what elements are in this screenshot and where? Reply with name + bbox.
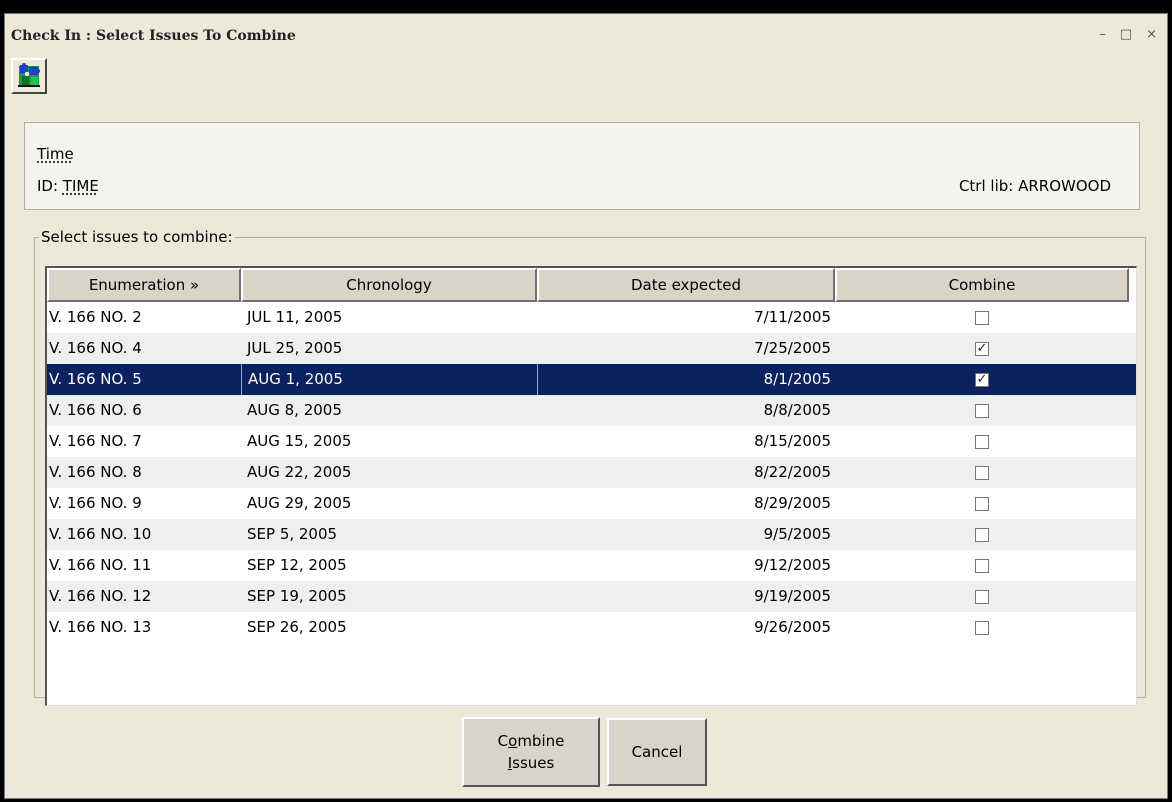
enumeration-cell: V. 166 NO. 8	[49, 463, 142, 481]
combine-cell	[835, 550, 1129, 581]
check-mark-icon: ✓	[976, 371, 988, 387]
enumeration-cell: V. 166 NO. 11	[49, 556, 152, 574]
record-id-link[interactable]: TIME	[63, 177, 99, 195]
column-header-combine[interactable]: Combine	[835, 268, 1129, 302]
combine-cell	[835, 488, 1129, 519]
chronology-cell: SEP 12, 2005	[247, 556, 347, 574]
date-expected-cell: 8/8/2005	[763, 401, 831, 419]
chronology-cell: AUG 8, 2005	[247, 401, 342, 419]
column-header-enumeration[interactable]: Enumeration »	[47, 268, 241, 302]
combine-checkbox[interactable]: ✓	[975, 340, 989, 356]
enumeration-cell: V. 166 NO. 13	[49, 618, 152, 636]
ctrl-lib: Ctrl lib: ARROWOOD	[958, 177, 1111, 195]
grid-body: V. 166 NO. 2 JUL 11, 2005 7/11/2005 V. 166 …	[47, 302, 1136, 643]
date-expected-cell: 8/29/2005	[754, 494, 831, 512]
date-expected-cell: 9/26/2005	[754, 618, 831, 636]
maximize-icon[interactable]: □	[1120, 28, 1132, 42]
combine-cell	[835, 395, 1129, 426]
enumeration-cell: V. 166 NO. 9	[49, 494, 142, 512]
chronology-cell: SEP 19, 2005	[247, 587, 347, 605]
date-expected-cell: 9/5/2005	[763, 525, 831, 543]
combine-cell	[835, 581, 1129, 612]
chronology-cell: AUG 1, 2005	[241, 364, 537, 395]
chronology-cell: AUG 15, 2005	[247, 432, 352, 450]
enumeration-cell: V. 166 NO. 10	[49, 525, 152, 543]
column-header-date-expected[interactable]: Date expected	[537, 268, 835, 302]
combine-cell	[835, 612, 1129, 643]
combine-checkbox[interactable]	[975, 434, 989, 449]
enumeration-cell: V. 166 NO. 12	[49, 587, 152, 605]
record-title-link[interactable]: Time	[37, 145, 74, 163]
combine-checkbox[interactable]	[975, 465, 989, 480]
enumeration-cell: V. 166 NO. 7	[49, 432, 142, 450]
combine-cell	[835, 426, 1129, 457]
toolbar-puzzle-button[interactable]	[11, 58, 47, 94]
enumeration-cell: V. 166 NO. 4	[49, 339, 142, 357]
grid-header: Enumeration » Chronology Date expected C…	[47, 268, 1136, 302]
combine-checkbox[interactable]	[975, 558, 989, 573]
column-header-chronology[interactable]: Chronology	[241, 268, 537, 302]
window-controls: – □ ×	[1099, 28, 1157, 42]
combine-checkbox[interactable]	[975, 527, 989, 542]
combine-checkbox[interactable]	[975, 589, 989, 604]
table-row[interactable]: V. 166 NO. 12 SEP 19, 2005 9/19/2005	[47, 581, 1136, 612]
combine-cell: ✓	[835, 333, 1129, 364]
table-row[interactable]: V. 166 NO. 4 JUL 25, 2005 7/25/2005 ✓	[47, 333, 1136, 364]
record-id: ID: TIME	[37, 177, 99, 195]
record-id-label: ID:	[37, 177, 63, 195]
enumeration-cell: V. 166 NO. 5	[49, 370, 142, 388]
chronology-cell: AUG 22, 2005	[247, 463, 352, 481]
combine-cell	[835, 302, 1129, 333]
puzzle-icon	[18, 63, 40, 87]
table-row[interactable]: V. 166 NO. 8 AUG 22, 2005 8/22/2005	[47, 457, 1136, 488]
date-expected-cell: 8/15/2005	[754, 432, 831, 450]
combine-button-line1: Combine	[497, 732, 565, 750]
combine-cell	[835, 519, 1129, 550]
combine-checkbox[interactable]	[975, 403, 989, 418]
table-row[interactable]: V. 166 NO. 9 AUG 29, 2005 8/29/2005	[47, 488, 1136, 519]
record-header-panel: Time ID: TIME Ctrl lib: ARROWOOD	[24, 122, 1140, 210]
chronology-cell: SEP 5, 2005	[247, 525, 338, 543]
issues-group: Select issues to combine: Enumeration » …	[34, 228, 1146, 706]
chronology-cell: JUL 11, 2005	[247, 308, 343, 326]
close-icon[interactable]: ×	[1146, 28, 1157, 42]
date-expected-cell: 9/19/2005	[754, 587, 831, 605]
minimize-icon[interactable]: –	[1099, 28, 1106, 42]
table-row[interactable]: V. 166 NO. 2 JUL 11, 2005 7/11/2005	[47, 302, 1136, 333]
combine-checkbox[interactable]	[975, 496, 989, 511]
window-title: Check In : Select Issues To Combine	[11, 28, 296, 44]
date-expected-cell: 7/11/2005	[754, 308, 831, 326]
combine-cell: ✓	[835, 364, 1129, 395]
issues-legend: Select issues to combine:	[41, 228, 233, 246]
cancel-button[interactable]: Cancel	[607, 718, 707, 786]
combine-issues-button[interactable]: Combine Issues	[462, 717, 600, 787]
combine-checkbox[interactable]	[975, 620, 989, 635]
date-expected-cell: 9/12/2005	[754, 556, 831, 574]
table-row[interactable]: V. 166 NO. 6 AUG 8, 2005 8/8/2005	[47, 395, 1136, 426]
table-row[interactable]: V. 166 NO. 5 AUG 1, 2005 8/1/2005 ✓	[47, 364, 1136, 395]
date-expected-cell: 7/25/2005	[754, 339, 831, 357]
chronology-cell: JUL 25, 2005	[247, 339, 343, 357]
date-expected-cell: 8/1/2005	[537, 364, 835, 395]
combine-checkbox[interactable]	[975, 310, 989, 325]
chronology-cell: SEP 26, 2005	[247, 618, 347, 636]
enumeration-cell: V. 166 NO. 2	[49, 308, 142, 326]
enumeration-cell: V. 166 NO. 6	[49, 401, 142, 419]
issues-grid: Enumeration » Chronology Date expected C…	[45, 266, 1137, 706]
combine-checkbox[interactable]: ✓	[975, 371, 989, 387]
table-row[interactable]: V. 166 NO. 13 SEP 26, 2005 9/26/2005	[47, 612, 1136, 643]
combine-cell	[835, 457, 1129, 488]
table-row[interactable]: V. 166 NO. 11 SEP 12, 2005 9/12/2005	[47, 550, 1136, 581]
chronology-cell: AUG 29, 2005	[247, 494, 352, 512]
combine-button-line2: Issues	[507, 754, 555, 772]
check-mark-icon: ✓	[976, 340, 988, 356]
title-bar[interactable]: Check In : Select Issues To Combine – □ …	[5, 14, 1167, 58]
table-row[interactable]: V. 166 NO. 10 SEP 5, 2005 9/5/2005	[47, 519, 1136, 550]
date-expected-cell: 8/22/2005	[754, 463, 831, 481]
table-row[interactable]: V. 166 NO. 7 AUG 15, 2005 8/15/2005	[47, 426, 1136, 457]
